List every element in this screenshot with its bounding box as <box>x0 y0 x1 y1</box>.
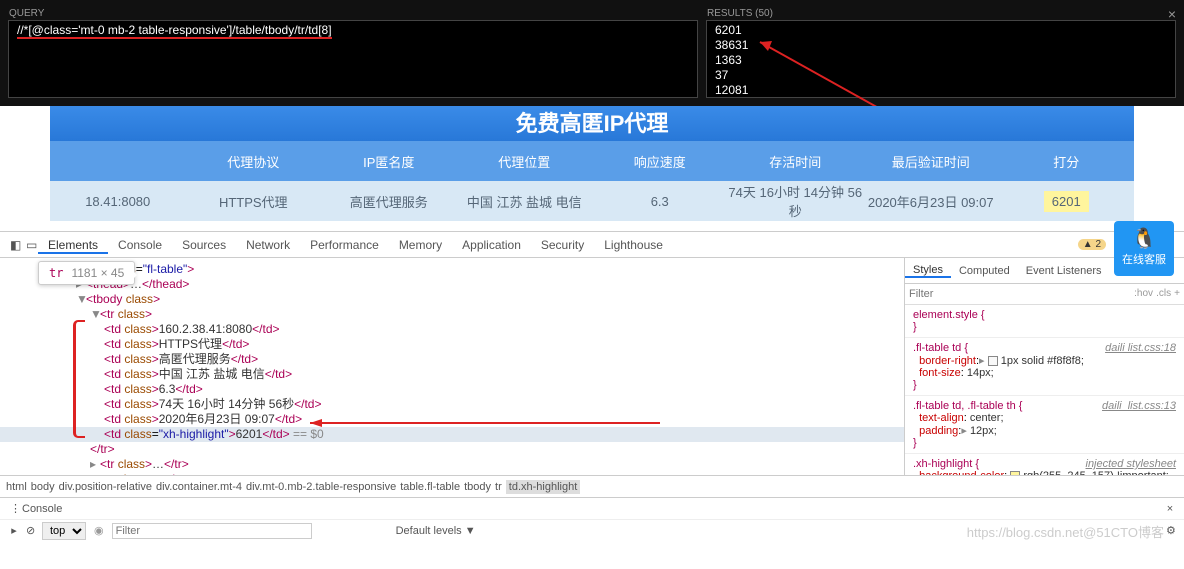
device-icon[interactable]: ▭ <box>22 238 38 252</box>
close-icon[interactable]: × <box>1168 6 1176 22</box>
xpath-helper-bar: http代理 https代理 免费API接口 帮助购买 登录 注册 QUERY … <box>0 0 1184 106</box>
table-header-row: 代理协议IP匿名度代理位置响应速度存活时间最后验证时间打分 <box>50 141 1134 181</box>
devtools-tab[interactable]: Elements <box>38 238 108 254</box>
devtools-tab[interactable]: Performance <box>300 238 389 252</box>
table-cell: 74天 16小时 14分钟 56秒 <box>728 182 864 220</box>
clear-console-icon[interactable]: ⊘ <box>22 524 38 537</box>
console-menu-icon[interactable]: ▸ <box>6 524 22 537</box>
breadcrumb-item[interactable]: tbody <box>464 481 491 493</box>
table-cell: 6201 <box>999 194 1135 209</box>
log-levels[interactable]: Default levels ▼ <box>396 525 476 537</box>
breadcrumb-item[interactable]: div.position-relative <box>59 481 152 493</box>
watermark: https://blog.csdn.net@51CTO博客 <box>967 522 1164 541</box>
cls-toggle[interactable]: .cls <box>1156 288 1171 300</box>
breadcrumb-item[interactable]: html <box>6 481 27 493</box>
results-label: RESULTS (50) <box>707 8 773 19</box>
results-list: 62013863113633712081 <box>715 23 1167 98</box>
devtools-panel: ◧ ▭ ElementsConsoleSourcesNetworkPerform… <box>0 231 1184 541</box>
xpath-query-input[interactable]: //*[@class='mt-0 mb-2 table-responsive']… <box>17 23 689 39</box>
devtools-tab[interactable]: Console <box>108 238 172 252</box>
breadcrumb-item[interactable]: div.mt-0.mb-2.table-responsive <box>246 481 396 493</box>
breadcrumb-item[interactable]: tr <box>495 481 502 493</box>
close-drawer-icon[interactable]: × <box>1162 503 1178 515</box>
console-drawer-header[interactable]: ⋮ Console × <box>0 497 1184 519</box>
breadcrumb-item[interactable]: div.container.mt-4 <box>156 481 242 493</box>
support-button[interactable]: 🐧 在线客服 <box>1114 221 1174 276</box>
add-rule[interactable]: + <box>1174 288 1180 300</box>
hov-toggle[interactable]: :hov <box>1134 288 1153 300</box>
table-cell: 2020年6月23日 09:07 <box>863 192 999 211</box>
css-rule[interactable]: daili_list.css:13.fl-table td, .fl-table… <box>905 396 1184 454</box>
css-rule[interactable]: daili list.css:18.fl-table td { border-r… <box>905 338 1184 396</box>
col-header: 最后验证时间 <box>863 152 999 171</box>
devtools-tab[interactable]: Sources <box>172 238 236 252</box>
element-tooltip: tr1181 × 45 <box>38 261 135 285</box>
css-rule[interactable]: injected stylesheet.xh-highlight { backg… <box>905 454 1184 475</box>
devtools-tab[interactable]: Application <box>452 238 531 252</box>
breadcrumb-item[interactable]: body <box>31 481 55 493</box>
devtools-tab[interactable]: Memory <box>389 238 452 252</box>
table-cell: 高匿代理服务 <box>321 192 457 211</box>
table-cell: 中国 江苏 盐城 电信 <box>457 192 593 211</box>
css-rule[interactable]: element.style {} <box>905 305 1184 338</box>
table-cell: HTTPS代理 <box>186 192 322 211</box>
devtools-tab[interactable]: Lighthouse <box>594 238 673 252</box>
col-header: 代理位置 <box>457 152 593 171</box>
col-header: 存活时间 <box>728 152 864 171</box>
inspect-icon[interactable]: ◧ <box>6 238 22 252</box>
page-banner: 免费高匿IP代理 <box>50 106 1134 141</box>
devtools-tab[interactable]: Network <box>236 238 300 252</box>
elements-tree[interactable]: ▼<table class="fl-table">▸<thead>…</thea… <box>0 258 904 475</box>
page-content: 免费高匿IP代理 🐧 在线客服 tr1181 × 45 代理协议IP匿名度代理位… <box>0 106 1184 231</box>
results-panel: RESULTS (50) 62013863113633712081 <box>706 20 1176 98</box>
warning-badge[interactable]: ▲ 2 <box>1078 239 1106 250</box>
query-label: QUERY <box>9 8 44 19</box>
styles-panel: StylesComputedEvent Listeners» :hov .cls… <box>904 258 1184 475</box>
col-header: IP匿名度 <box>321 152 457 171</box>
styles-tab[interactable]: Styles <box>905 264 951 278</box>
breadcrumb-item[interactable]: td.xh-highlight <box>506 480 581 494</box>
styles-tab[interactable]: Computed <box>951 265 1018 277</box>
context-select[interactable]: top <box>42 522 86 540</box>
table-cell: 18.41:8080 <box>50 194 186 209</box>
table-data-row: 18.41:8080HTTPS代理高匿代理服务中国 江苏 盐城 电信6.374天… <box>50 181 1134 221</box>
query-panel: QUERY //*[@class='mt-0 mb-2 table-respon… <box>8 20 698 98</box>
console-filter-input[interactable] <box>112 523 312 539</box>
elements-breadcrumb[interactable]: html body div.position-relative div.contain… <box>0 475 1184 497</box>
console-settings-icon[interactable]: ⚙ <box>1162 524 1178 537</box>
devtools-tabs: ◧ ▭ ElementsConsoleSourcesNetworkPerform… <box>0 232 1184 258</box>
styles-tab[interactable]: Event Listeners <box>1018 265 1110 277</box>
col-header: 代理协议 <box>186 152 322 171</box>
breadcrumb-item[interactable]: table.fl-table <box>400 481 460 493</box>
col-header: 打分 <box>999 152 1135 171</box>
devtools-tab[interactable]: Security <box>531 238 594 252</box>
col-header: 响应速度 <box>592 152 728 171</box>
table-cell: 6.3 <box>592 194 728 209</box>
styles-filter-input[interactable] <box>909 288 1134 300</box>
